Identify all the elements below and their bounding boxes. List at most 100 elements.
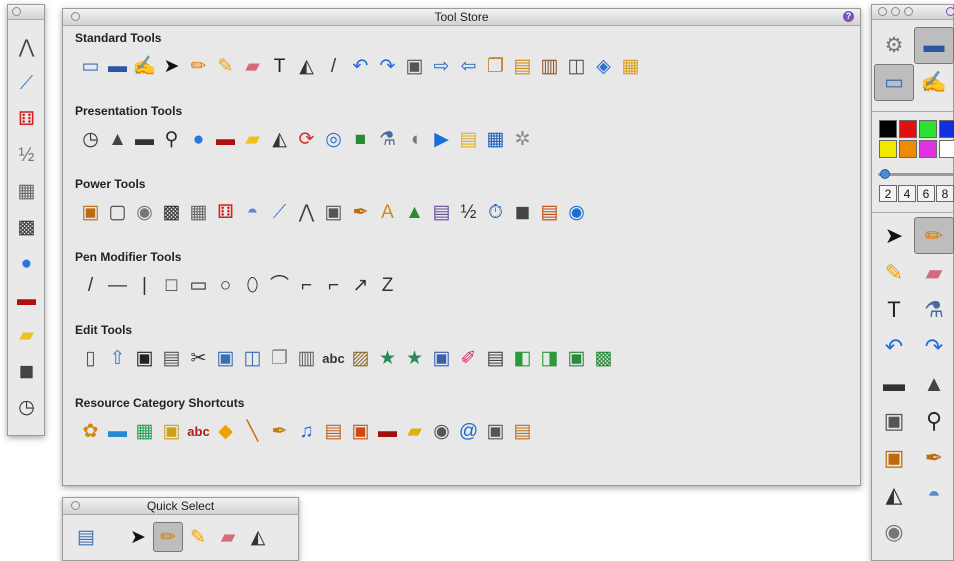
tool-store-titlebar[interactable]: Tool Store ? [63,9,860,26]
green-square-tool[interactable]: ■ [347,126,374,153]
color-swatch[interactable] [899,140,917,158]
video-camera-tool[interactable]: ◼ [509,199,536,226]
resource-browser-tool[interactable]: ▤ [509,53,536,80]
desktop-annotate-tool[interactable]: ▣ [77,199,104,226]
main-toolbox-titlebar[interactable] [872,5,954,20]
vertical-line-tool[interactable]: | [131,272,158,299]
desktop-tools-tool[interactable]: ▢ [104,199,131,226]
media-tool[interactable]: ◉ [563,199,590,226]
pencil-tool[interactable]: ✏ [153,522,183,552]
flask-tool[interactable]: ⚗ [914,291,954,328]
screen-capture-tool[interactable]: ▭ [874,64,914,101]
color-swatch[interactable] [879,120,897,138]
links-category-tool[interactable]: @ [455,418,482,445]
highlighter-tool[interactable]: ✎ [183,522,213,552]
highlighter-tool[interactable]: ✎ [212,53,239,80]
rotate-tool[interactable]: ◎ [320,126,347,153]
toolbar-toggle-button[interactable] [946,7,954,16]
camera-tool[interactable]: ▣ [401,53,428,80]
spell-check-tool[interactable]: abc [320,345,347,372]
notes-browser-tool[interactable]: ◈ [590,53,617,80]
send-back-tool[interactable]: ◨ [536,345,563,372]
clock-tool[interactable]: ◷ [12,389,41,425]
play-tool[interactable]: ▶ [428,126,455,153]
arc-tool[interactable]: ⌒ [266,272,293,299]
dice-tool[interactable]: ⚅ [212,199,239,226]
copy-page-tool[interactable]: ◫ [239,345,266,372]
quick-select-titlebar[interactable]: Quick Select [63,498,298,515]
grids-category-tool[interactable]: ▦ [131,418,158,445]
compass-draw-tool[interactable]: ⋀ [12,29,41,65]
color-swatch[interactable] [899,120,917,138]
star-bigger-tool[interactable]: ★ [374,345,401,372]
left-toolbox-titlebar[interactable] [8,5,44,20]
pencil-tool[interactable]: ✏ [185,53,212,80]
ticker-category-tool[interactable]: ▬ [374,418,401,445]
text-category-tool[interactable]: abc [185,418,212,445]
file-menu-tool[interactable]: ▬ [914,27,954,64]
minimize-button[interactable] [891,7,900,16]
video-camera-tool[interactable]: ◼ [12,353,41,389]
paint-bucket-tool[interactable]: ◭ [243,522,273,552]
select-arrow-tool[interactable]: ➤ [123,522,153,552]
calculator-tool[interactable]: ▦ [185,199,212,226]
trash-tool[interactable]: ▥ [293,345,320,372]
screen-capture-tool[interactable]: ▭ [77,53,104,80]
close-button[interactable] [12,7,21,16]
cut-tool[interactable]: ✂ [185,345,212,372]
note-pad-tool[interactable]: ▤ [455,126,482,153]
handwriting-recognition-tool[interactable]: ✒ [347,199,374,226]
select-arrow-tool[interactable]: ➤ [158,53,185,80]
text-tool[interactable]: T [266,53,293,80]
help-button[interactable]: ? [843,11,854,22]
new-page-tool[interactable]: ▯ [77,345,104,372]
next-page-tool[interactable]: ⇨ [428,53,455,80]
images-category-tool[interactable]: ✿ [77,418,104,445]
pen-width-button[interactable]: 8 [936,185,954,202]
reveal-blind-tool[interactable]: ▬ [874,365,914,402]
compass-tool[interactable]: ◉ [874,513,914,550]
color-swatch[interactable] [939,120,954,138]
notes-category-tool[interactable]: ▣ [347,418,374,445]
pen-canvas-tool[interactable]: ✍ [131,53,158,80]
text-tool[interactable]: T [874,291,914,328]
star-smaller-tool[interactable]: ★ [401,345,428,372]
ticker-tape-tool[interactable]: ▬ [12,281,41,317]
settings-gear-tool[interactable]: ⚙ [874,27,914,64]
highlighter-tool[interactable]: ✎ [874,254,914,291]
paint-bucket-tool[interactable]: ◭ [293,53,320,80]
reveal-blind-tool[interactable]: ▬ [131,126,158,153]
circle-tool[interactable]: ○ [212,272,239,299]
ungroup-tool[interactable]: ▩ [590,345,617,372]
print-tool[interactable]: ▤ [158,345,185,372]
page-sorter-tool[interactable]: ❐ [482,53,509,80]
dice-grid-tool[interactable]: ▩ [158,199,185,226]
sound-recorder-tool[interactable]: ◭ [266,126,293,153]
pen-width-button[interactable]: 2 [879,185,897,202]
timer-tool[interactable]: ⏱ [482,199,509,226]
ruler-tool[interactable]: ⟋ [266,199,293,226]
shapes-category-tool[interactable]: ◆ [212,418,239,445]
pen-canvas-tool[interactable]: ✍ [914,64,954,101]
shape-recognition-tool[interactable]: ▲ [401,199,428,226]
stickies-category-tool[interactable]: ▰ [401,418,428,445]
eraser-tool[interactable]: ▰ [213,522,243,552]
diagonal-line-tool[interactable]: / [77,272,104,299]
fraction-tool[interactable]: ½ [12,137,41,173]
select-all-tool[interactable]: ▨ [347,345,374,372]
width-slider[interactable] [878,169,954,179]
compass-tool[interactable]: ◉ [131,199,158,226]
ticker-tape-tool[interactable]: ▬ [212,126,239,153]
spotlight-tool[interactable]: ▲ [104,126,131,153]
group-tool[interactable]: ▣ [563,345,590,372]
spotlight-tool[interactable]: ▲ [914,365,954,402]
color-swatch[interactable] [919,120,937,138]
dropper-tool[interactable]: / [320,53,347,80]
handwriting-recognition-tool[interactable]: ✒ [914,439,954,476]
paint-bucket-tool[interactable]: ◭ [874,476,914,513]
curve-tool[interactable]: ⌐ [293,272,320,299]
calculator-tool[interactable]: ▦ [12,173,41,209]
arrow-line-tool[interactable]: ↗ [347,272,374,299]
magnifier-tool[interactable]: ⚲ [158,126,185,153]
annotations-category-tool[interactable]: ✒ [266,418,293,445]
